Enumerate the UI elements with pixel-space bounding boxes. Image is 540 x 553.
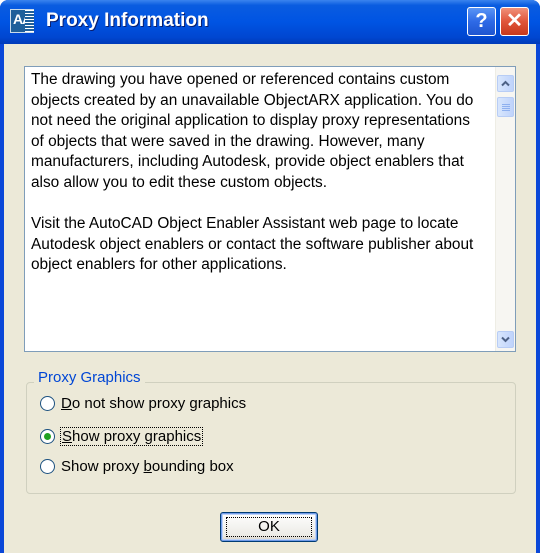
radio-button-icon[interactable] bbox=[40, 428, 55, 444]
thumb-grip-line bbox=[502, 108, 510, 109]
message-paragraph-1: The drawing you have opened or reference… bbox=[31, 71, 474, 191]
dialog-client-area: The drawing you have opened or reference… bbox=[4, 44, 536, 553]
radio-show-proxy-bounding-box[interactable]: Show proxy bounding box bbox=[40, 455, 234, 477]
radio-label: Do not show proxy graphics bbox=[61, 394, 247, 412]
radio-button-icon[interactable] bbox=[40, 395, 55, 411]
title-bar[interactable]: AA Proxy Information ? ✕ bbox=[0, 0, 540, 44]
thumb-grip-line bbox=[502, 110, 510, 111]
close-button[interactable]: ✕ bbox=[500, 7, 529, 36]
autocad-app-icon: AA bbox=[10, 9, 34, 33]
thumb-grip-line bbox=[502, 104, 510, 105]
message-text: The drawing you have opened or reference… bbox=[31, 70, 483, 297]
scroll-up-button[interactable] bbox=[497, 75, 514, 92]
radio-selected-dot bbox=[44, 432, 51, 440]
chevron-up-icon bbox=[501, 80, 510, 87]
window-title: Proxy Information bbox=[46, 10, 209, 31]
help-button[interactable]: ? bbox=[467, 7, 496, 36]
radio-button-icon[interactable] bbox=[40, 458, 55, 474]
proxy-information-dialog: AA Proxy Information ? ✕ The drawing you… bbox=[0, 0, 540, 553]
app-icon-stripe bbox=[25, 10, 34, 32]
message-paragraph-2: Visit the AutoCAD Object Enabler Assista… bbox=[31, 215, 474, 273]
focus-rectangle bbox=[226, 517, 312, 537]
message-textbox[interactable]: The drawing you have opened or reference… bbox=[24, 66, 516, 352]
scroll-thumb[interactable] bbox=[497, 97, 514, 117]
radio-do-not-show-proxy-graphics[interactable]: Do not show proxy graphics bbox=[40, 392, 246, 414]
thumb-grip-line bbox=[502, 106, 510, 107]
scroll-down-button[interactable] bbox=[497, 331, 514, 348]
vertical-scrollbar[interactable] bbox=[495, 67, 515, 351]
chevron-down-icon bbox=[501, 336, 510, 343]
ok-button[interactable]: OK bbox=[220, 512, 318, 542]
radio-show-proxy-graphics[interactable]: Show proxy graphics bbox=[40, 425, 204, 447]
proxy-graphics-group-label: Proxy Graphics bbox=[34, 369, 145, 386]
radio-label: Show proxy bounding box bbox=[61, 457, 234, 475]
radio-label: Show proxy graphics bbox=[59, 426, 204, 446]
